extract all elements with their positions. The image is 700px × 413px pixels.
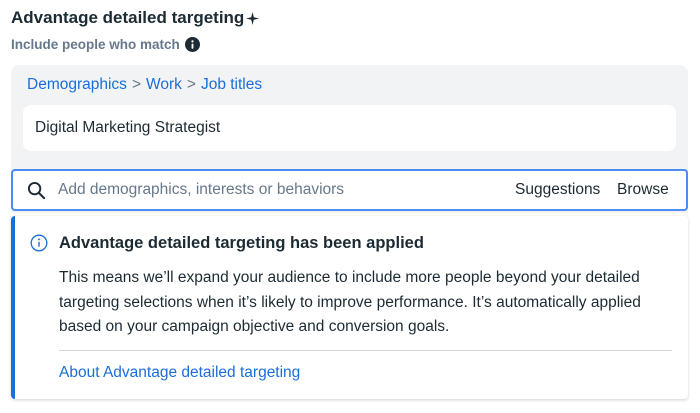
search-icon [27,181,46,200]
section-subtitle-row: Include people who match [11,37,200,52]
notice-accent-bar [11,216,15,399]
breadcrumb-separator: > [186,76,196,93]
search-input[interactable] [58,178,488,202]
section-title: Advantage detailed targeting [11,8,245,27]
selected-targeting-item[interactable]: Digital Marketing Strategist [23,105,676,151]
breadcrumb-separator: > [131,76,141,93]
notice-divider [59,350,672,351]
section-header: Advantage detailed targeting [11,8,260,28]
breadcrumb: Demographics > Work > Job titles [27,76,262,94]
notice-body: This means we’ll expand your audience to… [59,269,641,335]
targeting-search: Suggestions Browse [11,169,688,211]
breadcrumb-job-titles[interactable]: Job titles [201,76,262,94]
breadcrumb-demographics[interactable]: Demographics [27,76,127,94]
advantage-notice: Advantage detailed targeting has been ap… [11,216,688,399]
selected-targeting-label: Digital Marketing Strategist [35,119,221,136]
section-subtitle: Include people who match [11,37,180,52]
info-solid-icon[interactable] [184,37,200,52]
sparkle-icon [246,11,260,25]
info-outline-icon [30,234,48,252]
suggestions-button[interactable]: Suggestions [515,181,600,199]
browse-button[interactable]: Browse [617,181,669,199]
notice-title: Advantage detailed targeting has been ap… [59,234,424,252]
breadcrumb-work[interactable]: Work [146,76,182,94]
about-advantage-link[interactable]: About Advantage detailed targeting [59,364,300,382]
